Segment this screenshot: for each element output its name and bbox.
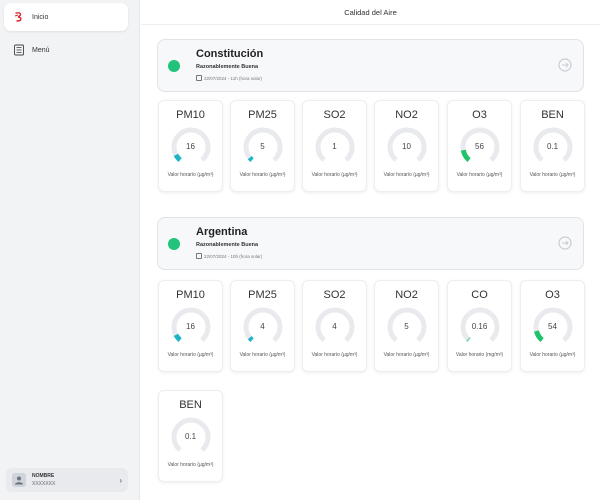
page-header: Calidad del Aire xyxy=(141,0,600,25)
gauge-fill xyxy=(247,156,254,162)
metric-unit: Valor horario (µg/m³) xyxy=(383,172,430,178)
station-updated: 22/07/2024 - 10h (hora solar) xyxy=(196,253,262,259)
avatar xyxy=(12,473,26,487)
metric-unit: Valor horario (mg/m³) xyxy=(455,352,504,358)
sidebar-item-label: Inicio xyxy=(32,13,49,21)
gauge-fill xyxy=(460,149,471,162)
gauge-fill xyxy=(466,337,471,342)
metric-unit: Valor horario (µg/m³) xyxy=(311,172,358,178)
metric-value: 4 xyxy=(332,322,337,331)
metric-unit: Valor horario (µg/m³) xyxy=(167,172,214,178)
metric-name: PM10 xyxy=(176,109,205,121)
metric-unit: Valor horario (µg/m³) xyxy=(529,172,576,178)
gauge-fill xyxy=(247,336,254,342)
metric-value: 0.1 xyxy=(546,142,559,151)
station-updated-text: 22/07/2024 - 11h (hora solar) xyxy=(204,75,262,81)
metric-name: CO xyxy=(471,289,488,301)
chevron-right-icon: › xyxy=(119,475,122,485)
metric-value: 0.1 xyxy=(184,432,197,441)
metric-card-o3[interactable]: O3 54 Valor horario (µg/m³) xyxy=(520,280,585,372)
metric-name: PM10 xyxy=(176,289,205,301)
station-name: Argentina xyxy=(196,226,248,238)
calendar-icon xyxy=(196,253,202,259)
station-card-constitucion[interactable]: Constitución Razonablemente Buena 22/07/… xyxy=(157,39,584,92)
metric-value: 10 xyxy=(402,142,411,151)
metric-name: PM25 xyxy=(248,109,277,121)
user-profile-button[interactable]: NOMBRE XXXXXXX › xyxy=(6,468,128,492)
metric-card-so2[interactable]: SO2 4 Valor horario (µg/m³) xyxy=(302,280,367,372)
station-quality: Razonablemente Buena xyxy=(196,64,259,70)
metric-name: BEN xyxy=(541,109,564,121)
calendar-icon xyxy=(196,75,202,81)
sidebar-item-inicio[interactable]: Inicio xyxy=(4,3,128,31)
metric-name: NO2 xyxy=(395,289,418,301)
metric-value: 5 xyxy=(260,142,265,151)
metric-name: SO2 xyxy=(323,109,346,121)
metric-card-ben[interactable]: BEN 0.1 Valor horario (µg/m³) xyxy=(520,100,585,192)
metric-unit: Valor horario (µg/m³) xyxy=(383,352,430,358)
station-name: Constitución xyxy=(196,48,264,60)
metric-value: 4 xyxy=(260,322,265,331)
metric-value: 5 xyxy=(404,322,409,331)
metric-card-ben[interactable]: BEN 0.1 Valor horario (µg/m³) xyxy=(158,390,223,482)
metric-name: O3 xyxy=(545,289,560,301)
user-name: NOMBRE xyxy=(32,473,55,479)
sidebar-item-label: Menú xyxy=(32,46,50,54)
station-quality: Razonablemente Buena xyxy=(196,242,259,248)
status-dot xyxy=(168,238,180,250)
metric-card-no2[interactable]: NO2 10 Valor horario (µg/m³) xyxy=(374,100,439,192)
app-window: Inicio Menú NOMBRE XXXXXXX › Calidad del… xyxy=(0,0,600,500)
station-card-argentina[interactable]: Argentina Razonablemente Buena 22/07/202… xyxy=(157,217,584,270)
sidebar-item-menu[interactable]: Menú xyxy=(4,36,128,64)
logo-icon xyxy=(12,10,26,24)
metric-value: 1 xyxy=(332,142,337,151)
sidebar: Inicio Menú NOMBRE XXXXXXX › xyxy=(0,0,140,500)
metric-name: SO2 xyxy=(323,289,346,301)
metric-name: NO2 xyxy=(395,109,418,121)
metric-unit: Valor horario (µg/m³) xyxy=(167,462,214,468)
user-subtitle: XXXXXXX xyxy=(32,481,56,487)
metric-value: 16 xyxy=(186,322,195,331)
metric-value: 0.16 xyxy=(471,322,488,331)
metric-unit: Valor horario (µg/m³) xyxy=(167,352,214,358)
metric-value: 54 xyxy=(548,322,557,331)
metric-value: 16 xyxy=(186,142,195,151)
gauge-fill xyxy=(534,330,544,342)
metric-value: 56 xyxy=(475,142,484,151)
status-dot xyxy=(168,60,180,72)
metric-card-o3[interactable]: O3 56 Valor horario (µg/m³) xyxy=(447,100,512,192)
station-updated-text: 22/07/2024 - 10h (hora solar) xyxy=(204,253,263,259)
refresh-icon[interactable] xyxy=(557,57,573,73)
metric-card-co[interactable]: CO 0.16 Valor horario (mg/m³) xyxy=(447,280,512,372)
page-title: Calidad del Aire xyxy=(344,7,397,17)
metric-card-pm25[interactable]: PM25 4 Valor horario (µg/m³) xyxy=(230,280,295,372)
metric-unit: Valor horario (µg/m³) xyxy=(239,352,286,358)
metric-card-pm10[interactable]: PM10 16 Valor horario (µg/m³) xyxy=(158,100,223,192)
metric-card-no2[interactable]: NO2 5 Valor horario (µg/m³) xyxy=(374,280,439,372)
refresh-icon[interactable] xyxy=(557,235,573,251)
metric-card-so2[interactable]: SO2 1 Valor horario (µg/m³) xyxy=(302,100,367,192)
metric-unit: Valor horario (µg/m³) xyxy=(311,352,358,358)
metric-unit: Valor horario (µg/m³) xyxy=(456,172,503,178)
gauge-fill xyxy=(173,153,182,162)
metric-card-pm10[interactable]: PM10 16 Valor horario (µg/m³) xyxy=(158,280,223,372)
station-updated: 22/07/2024 - 11h (hora solar) xyxy=(196,75,262,81)
gauge-fill xyxy=(173,333,182,342)
metric-card-pm25[interactable]: PM25 5 Valor horario (µg/m³) xyxy=(230,100,295,192)
metric-unit: Valor horario (µg/m³) xyxy=(239,172,286,178)
metric-name: BEN xyxy=(179,399,202,411)
metric-name: O3 xyxy=(472,109,487,121)
metric-unit: Valor horario (µg/m³) xyxy=(529,352,576,358)
menu-list-icon xyxy=(12,43,26,57)
metric-name: PM25 xyxy=(248,289,277,301)
